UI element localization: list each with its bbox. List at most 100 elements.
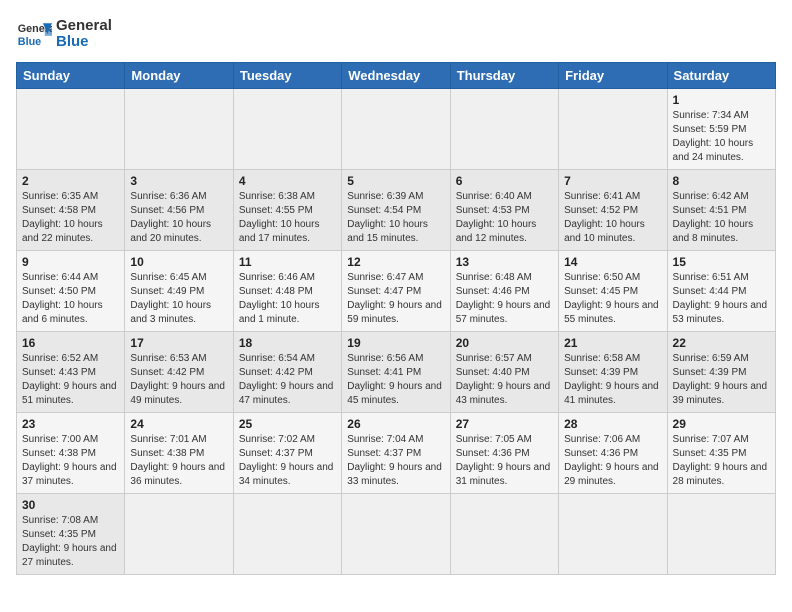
- day-number: 13: [456, 255, 553, 269]
- day-info: Sunrise: 6:36 AM Sunset: 4:56 PM Dayligh…: [130, 190, 227, 246]
- day-info: Sunrise: 6:53 AM Sunset: 4:42 PM Dayligh…: [130, 352, 227, 408]
- calendar-cell: 14Sunrise: 6:50 AM Sunset: 4:45 PM Dayli…: [559, 251, 667, 332]
- day-info: Sunrise: 6:54 AM Sunset: 4:42 PM Dayligh…: [239, 352, 336, 408]
- calendar-cell: 5 Sunrise: 6:39 AM Sunset: 4:54 PM Daylig…: [342, 170, 450, 251]
- day-number: 29: [673, 417, 770, 431]
- weekday-header-tuesday: Tuesday: [233, 63, 341, 89]
- day-info: Sunrise: 7:04 AM Sunset: 4:37 PM Dayligh…: [347, 433, 444, 489]
- day-info: Sunrise: 7:06 AM Sunset: 4:36 PM Dayligh…: [564, 433, 661, 489]
- day-number: 23: [22, 417, 119, 431]
- day-number: 25: [239, 417, 336, 431]
- day-info: Sunrise: 6:57 AM Sunset: 4:40 PM Dayligh…: [456, 352, 553, 408]
- logo-icon: General Blue: [16, 16, 52, 52]
- weekday-header-sunday: Sunday: [17, 63, 125, 89]
- day-info: Sunrise: 6:52 AM Sunset: 4:43 PM Dayligh…: [22, 352, 119, 408]
- day-number: 12: [347, 255, 444, 269]
- day-number: 1: [673, 93, 770, 107]
- calendar-cell: 23 Sunrise: 7:00 AM Sunset: 4:38 PM Dayli…: [17, 413, 125, 494]
- calendar-cell: 8 Sunrise: 6:42 AM Sunset: 4:51 PM Daylig…: [667, 170, 775, 251]
- day-number: 16: [22, 336, 119, 350]
- day-number: 14: [564, 255, 661, 269]
- day-number: 3: [130, 174, 227, 188]
- day-number: 20: [456, 336, 553, 350]
- calendar-body: 1Sunrise: 7:34 AM Sunset: 5:59 PM Daylig…: [17, 89, 776, 575]
- calendar-cell: 1Sunrise: 7:34 AM Sunset: 5:59 PM Daylig…: [667, 89, 775, 170]
- weekday-row: SundayMondayTuesdayWednesdayThursdayFrid…: [17, 63, 776, 89]
- calendar-cell: [559, 494, 667, 575]
- logo: General Blue General Blue: [16, 16, 112, 52]
- day-number: 24: [130, 417, 227, 431]
- calendar-cell: 7Sunrise: 6:41 AM Sunset: 4:52 PM Daylig…: [559, 170, 667, 251]
- day-info: Sunrise: 6:35 AM Sunset: 4:58 PM Dayligh…: [22, 190, 119, 246]
- calendar-cell: [342, 494, 450, 575]
- day-number: 2: [22, 174, 119, 188]
- calendar-cell: 18 Sunrise: 6:54 AM Sunset: 4:42 PM Dayli…: [233, 332, 341, 413]
- weekday-header-saturday: Saturday: [667, 63, 775, 89]
- day-number: 15: [673, 255, 770, 269]
- day-info: Sunrise: 7:00 AM Sunset: 4:38 PM Dayligh…: [22, 433, 119, 489]
- day-info: Sunrise: 6:45 AM Sunset: 4:49 PM Dayligh…: [130, 271, 227, 327]
- day-info: Sunrise: 6:58 AM Sunset: 4:39 PM Dayligh…: [564, 352, 661, 408]
- calendar-cell: [342, 89, 450, 170]
- day-number: 19: [347, 336, 444, 350]
- weekday-header-thursday: Thursday: [450, 63, 558, 89]
- day-info: Sunrise: 7:05 AM Sunset: 4:36 PM Dayligh…: [456, 433, 553, 489]
- day-info: Sunrise: 6:48 AM Sunset: 4:46 PM Dayligh…: [456, 271, 553, 327]
- weekday-header-friday: Friday: [559, 63, 667, 89]
- weekday-header-wednesday: Wednesday: [342, 63, 450, 89]
- day-number: 4: [239, 174, 336, 188]
- calendar-cell: [667, 494, 775, 575]
- day-number: 21: [564, 336, 661, 350]
- calendar-cell: 26 Sunrise: 7:04 AM Sunset: 4:37 PM Dayli…: [342, 413, 450, 494]
- calendar-cell: [125, 89, 233, 170]
- calendar-cell: [233, 89, 341, 170]
- calendar-week-row: 1Sunrise: 7:34 AM Sunset: 5:59 PM Daylig…: [17, 89, 776, 170]
- calendar-cell: [450, 494, 558, 575]
- day-number: 18: [239, 336, 336, 350]
- calendar-cell: 28Sunrise: 7:06 AM Sunset: 4:36 PM Dayli…: [559, 413, 667, 494]
- calendar-week-row: 23 Sunrise: 7:00 AM Sunset: 4:38 PM Dayli…: [17, 413, 776, 494]
- calendar-cell: 6 Sunrise: 6:40 AM Sunset: 4:53 PM Daylig…: [450, 170, 558, 251]
- day-info: Sunrise: 7:01 AM Sunset: 4:38 PM Dayligh…: [130, 433, 227, 489]
- day-number: 10: [130, 255, 227, 269]
- day-info: Sunrise: 6:42 AM Sunset: 4:51 PM Dayligh…: [673, 190, 770, 246]
- page-header: General Blue General Blue: [16, 16, 776, 52]
- svg-text:Blue: Blue: [18, 36, 41, 48]
- day-number: 27: [456, 417, 553, 431]
- day-info: Sunrise: 6:59 AM Sunset: 4:39 PM Dayligh…: [673, 352, 770, 408]
- calendar-header: SundayMondayTuesdayWednesdayThursdayFrid…: [17, 63, 776, 89]
- logo-blue: Blue: [56, 34, 112, 51]
- day-info: Sunrise: 6:56 AM Sunset: 4:41 PM Dayligh…: [347, 352, 444, 408]
- calendar-cell: 21 Sunrise: 6:58 AM Sunset: 4:39 PM Dayli…: [559, 332, 667, 413]
- calendar-cell: 29 Sunrise: 7:07 AM Sunset: 4:35 PM Dayli…: [667, 413, 775, 494]
- calendar-cell: 15Sunrise: 6:51 AM Sunset: 4:44 PM Dayli…: [667, 251, 775, 332]
- calendar-cell: 10 Sunrise: 6:45 AM Sunset: 4:49 PM Dayli…: [125, 251, 233, 332]
- calendar-week-row: 16 Sunrise: 6:52 AM Sunset: 4:43 PM Dayli…: [17, 332, 776, 413]
- calendar-week-row: 30 Sunrise: 7:08 AM Sunset: 4:35 PM Dayli…: [17, 494, 776, 575]
- calendar-cell: 20 Sunrise: 6:57 AM Sunset: 4:40 PM Dayli…: [450, 332, 558, 413]
- day-number: 6: [456, 174, 553, 188]
- calendar-cell: 11Sunrise: 6:46 AM Sunset: 4:48 PM Dayli…: [233, 251, 341, 332]
- calendar-week-row: 9Sunrise: 6:44 AM Sunset: 4:50 PM Daylig…: [17, 251, 776, 332]
- day-info: Sunrise: 6:46 AM Sunset: 4:48 PM Dayligh…: [239, 271, 336, 327]
- calendar-cell: 19 Sunrise: 6:56 AM Sunset: 4:41 PM Dayli…: [342, 332, 450, 413]
- calendar-week-row: 2 Sunrise: 6:35 AM Sunset: 4:58 PM Daylig…: [17, 170, 776, 251]
- day-number: 26: [347, 417, 444, 431]
- calendar-cell: [450, 89, 558, 170]
- calendar-cell: 30 Sunrise: 7:08 AM Sunset: 4:35 PM Dayli…: [17, 494, 125, 575]
- day-info: Sunrise: 7:07 AM Sunset: 4:35 PM Dayligh…: [673, 433, 770, 489]
- day-number: 30: [22, 498, 119, 512]
- calendar-cell: 25 Sunrise: 7:02 AM Sunset: 4:37 PM Dayli…: [233, 413, 341, 494]
- day-number: 8: [673, 174, 770, 188]
- calendar-cell: 16 Sunrise: 6:52 AM Sunset: 4:43 PM Dayli…: [17, 332, 125, 413]
- day-number: 17: [130, 336, 227, 350]
- calendar-cell: 4Sunrise: 6:38 AM Sunset: 4:55 PM Daylig…: [233, 170, 341, 251]
- day-info: Sunrise: 7:02 AM Sunset: 4:37 PM Dayligh…: [239, 433, 336, 489]
- day-info: Sunrise: 7:08 AM Sunset: 4:35 PM Dayligh…: [22, 514, 119, 570]
- calendar-cell: [17, 89, 125, 170]
- day-info: Sunrise: 6:40 AM Sunset: 4:53 PM Dayligh…: [456, 190, 553, 246]
- day-number: 5: [347, 174, 444, 188]
- calendar-cell: 2 Sunrise: 6:35 AM Sunset: 4:58 PM Daylig…: [17, 170, 125, 251]
- day-info: Sunrise: 6:44 AM Sunset: 4:50 PM Dayligh…: [22, 271, 119, 327]
- day-info: Sunrise: 6:39 AM Sunset: 4:54 PM Dayligh…: [347, 190, 444, 246]
